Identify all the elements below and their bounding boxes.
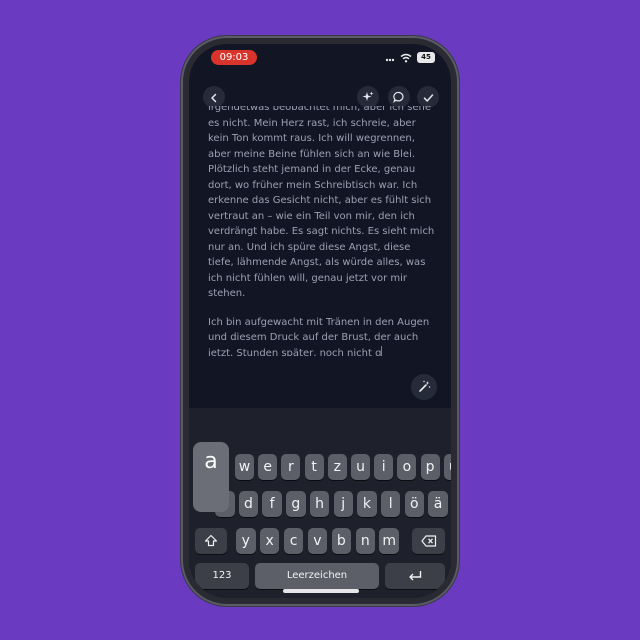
key-m[interactable]: m (379, 528, 399, 554)
sparkle-icon (362, 88, 374, 107)
done-button[interactable] (417, 86, 439, 108)
key-ü[interactable]: ü (443, 454, 451, 480)
key-y[interactable]: y (236, 528, 256, 554)
key-u[interactable]: u (351, 454, 370, 480)
comment-button[interactable] (388, 86, 410, 108)
journal-text-editor[interactable]: irgendetwas beobachtet mich, aber ich se… (208, 106, 438, 356)
dots-icon (385, 48, 395, 67)
key-b[interactable]: b (331, 528, 352, 554)
checkmark-icon (423, 88, 434, 107)
key-w[interactable]: w (235, 454, 254, 480)
key-o[interactable]: o (397, 454, 417, 480)
space-key[interactable]: Leerzeichen (255, 563, 379, 589)
phone-screen: 09:03 45 irgendetwas beobachtet mich, ab… (189, 44, 451, 598)
speech-bubble-icon (393, 88, 405, 107)
key-n[interactable]: n (355, 528, 375, 554)
status-icons: 45 (385, 51, 435, 64)
magic-wand-icon (418, 378, 431, 397)
shift-key[interactable] (195, 528, 227, 554)
key-p[interactable]: p (420, 454, 440, 480)
chevron-left-icon (209, 88, 219, 107)
status-time: 09:03 (211, 50, 257, 65)
key-popup-preview: a (193, 442, 229, 512)
key-v[interactable]: v (307, 528, 328, 554)
key-e[interactable]: e (258, 454, 278, 480)
text-cursor (381, 345, 383, 356)
key-l[interactable]: l (380, 491, 401, 517)
key-f[interactable]: f (262, 491, 282, 517)
key-k[interactable]: k (357, 491, 377, 517)
key-t[interactable]: t (304, 454, 324, 480)
shift-icon (204, 533, 218, 549)
keyboard: wertzuiopü sdfghjklöä yxcvbnm 123 Leerze… (189, 408, 451, 598)
magic-wand-button[interactable] (411, 374, 437, 400)
ai-sparkle-button[interactable] (357, 86, 379, 108)
key-r[interactable]: r (281, 454, 301, 480)
key-g[interactable]: g (286, 491, 306, 517)
return-key[interactable] (385, 563, 445, 589)
key-ö[interactable]: ö (404, 491, 425, 517)
key-x[interactable]: x (259, 528, 280, 554)
backspace-icon (420, 533, 437, 549)
key-c[interactable]: c (283, 528, 304, 554)
key-ä[interactable]: ä (428, 491, 448, 517)
delete-key[interactable] (412, 528, 445, 554)
key-d[interactable]: d (238, 491, 259, 517)
wifi-icon (400, 48, 412, 67)
paragraph-2-text: Ich bin aufgewacht mit Tränen in den Aug… (208, 316, 430, 357)
numbers-key[interactable]: 123 (195, 563, 249, 589)
key-j[interactable]: j (333, 491, 353, 517)
status-bar: 09:03 45 (189, 44, 451, 72)
return-icon (407, 568, 423, 584)
home-indicator (283, 589, 359, 593)
key-h[interactable]: h (309, 491, 330, 517)
phone-frame: 09:03 45 irgendetwas beobachtet mich, ab… (181, 36, 459, 606)
key-z[interactable]: z (327, 454, 347, 480)
paragraph-2: Ich bin aufgewacht mit Tränen in den Aug… (208, 315, 438, 357)
back-button[interactable] (203, 86, 225, 108)
paragraph-1: irgendetwas beobachtet mich, aber ich se… (208, 106, 435, 299)
battery-indicator: 45 (417, 52, 435, 63)
key-i[interactable]: i (374, 454, 394, 480)
